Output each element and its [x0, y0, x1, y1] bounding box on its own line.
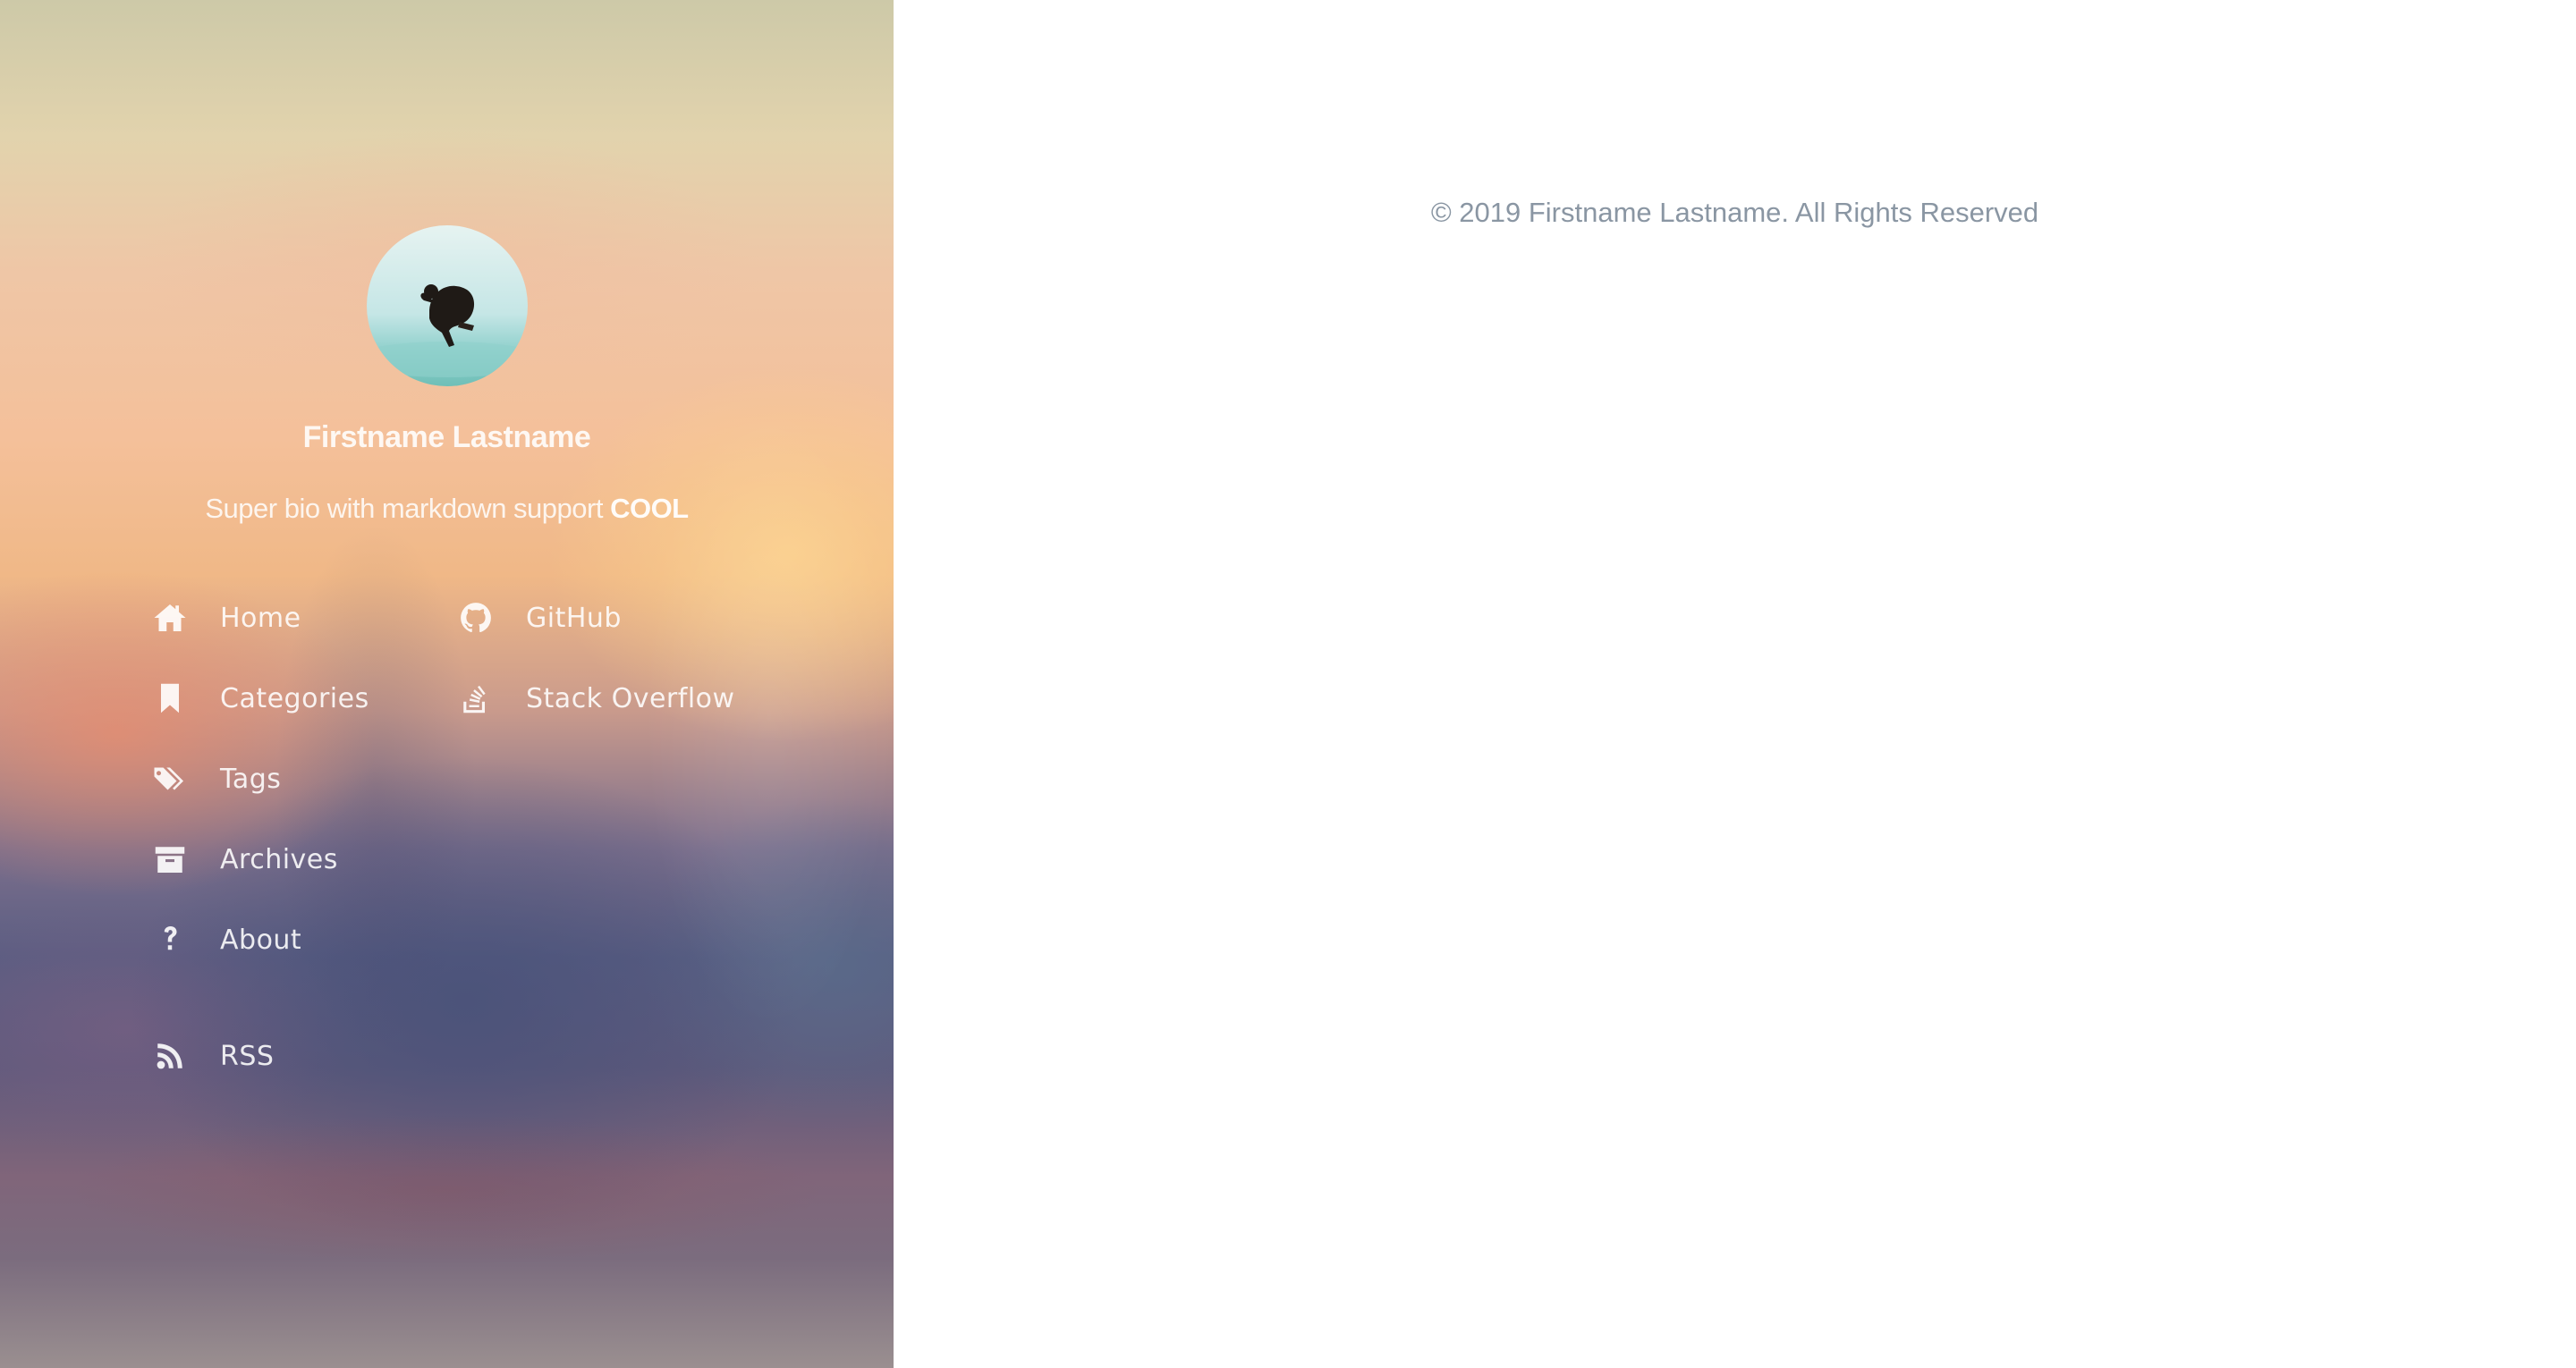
author-bio: Super bio with markdown support COOL	[0, 493, 894, 525]
author-name: Firstname Lastname	[302, 420, 591, 454]
nav-item-categories[interactable]: Categories	[150, 676, 369, 721]
copyright-text: © 2019 Firstname Lastname. All Rights Re…	[1430, 197, 2039, 228]
nav-item-rss[interactable]: RSS	[150, 1034, 274, 1078]
nav-item-stack-overflow[interactable]: Stack Overflow	[456, 676, 735, 721]
home-icon	[150, 598, 190, 638]
stack-overflow-icon	[456, 679, 496, 718]
nav-item-tags[interactable]: Tags	[150, 756, 281, 801]
nav-item-github[interactable]: GitHub	[456, 595, 622, 640]
author-bio-text: Super bio with markdown support	[205, 493, 611, 524]
nav-item-label: Home	[220, 602, 301, 634]
sidebar-background	[0, 0, 894, 1368]
archive-icon	[150, 840, 190, 879]
rss-icon	[150, 1036, 190, 1076]
sidebar: Firstname Lastname Super bio with markdo…	[0, 0, 894, 1368]
bookmark-icon	[150, 679, 190, 718]
page: Firstname Lastname Super bio with markdo…	[0, 0, 2576, 1368]
author-avatar[interactable]	[367, 225, 528, 386]
nav-item-archives[interactable]: Archives	[150, 837, 338, 882]
nav-item-label: GitHub	[526, 602, 622, 634]
nav-item-label: Stack Overflow	[526, 682, 735, 714]
nav-item-about[interactable]: About	[150, 917, 301, 962]
main-content: © 2019 Firstname Lastname. All Rights Re…	[894, 0, 2576, 1368]
nav-item-label: Categories	[220, 682, 369, 714]
nav-item-label: About	[220, 924, 302, 956]
author-bio-bold: COOL	[610, 493, 689, 524]
github-icon	[456, 598, 496, 638]
nav-item-label: RSS	[220, 1040, 275, 1072]
question-icon	[150, 920, 190, 959]
nav-item-label: Archives	[220, 843, 338, 875]
nav-item-home[interactable]: Home	[150, 595, 301, 640]
tags-icon	[150, 759, 190, 798]
nav-item-label: Tags	[220, 763, 282, 795]
